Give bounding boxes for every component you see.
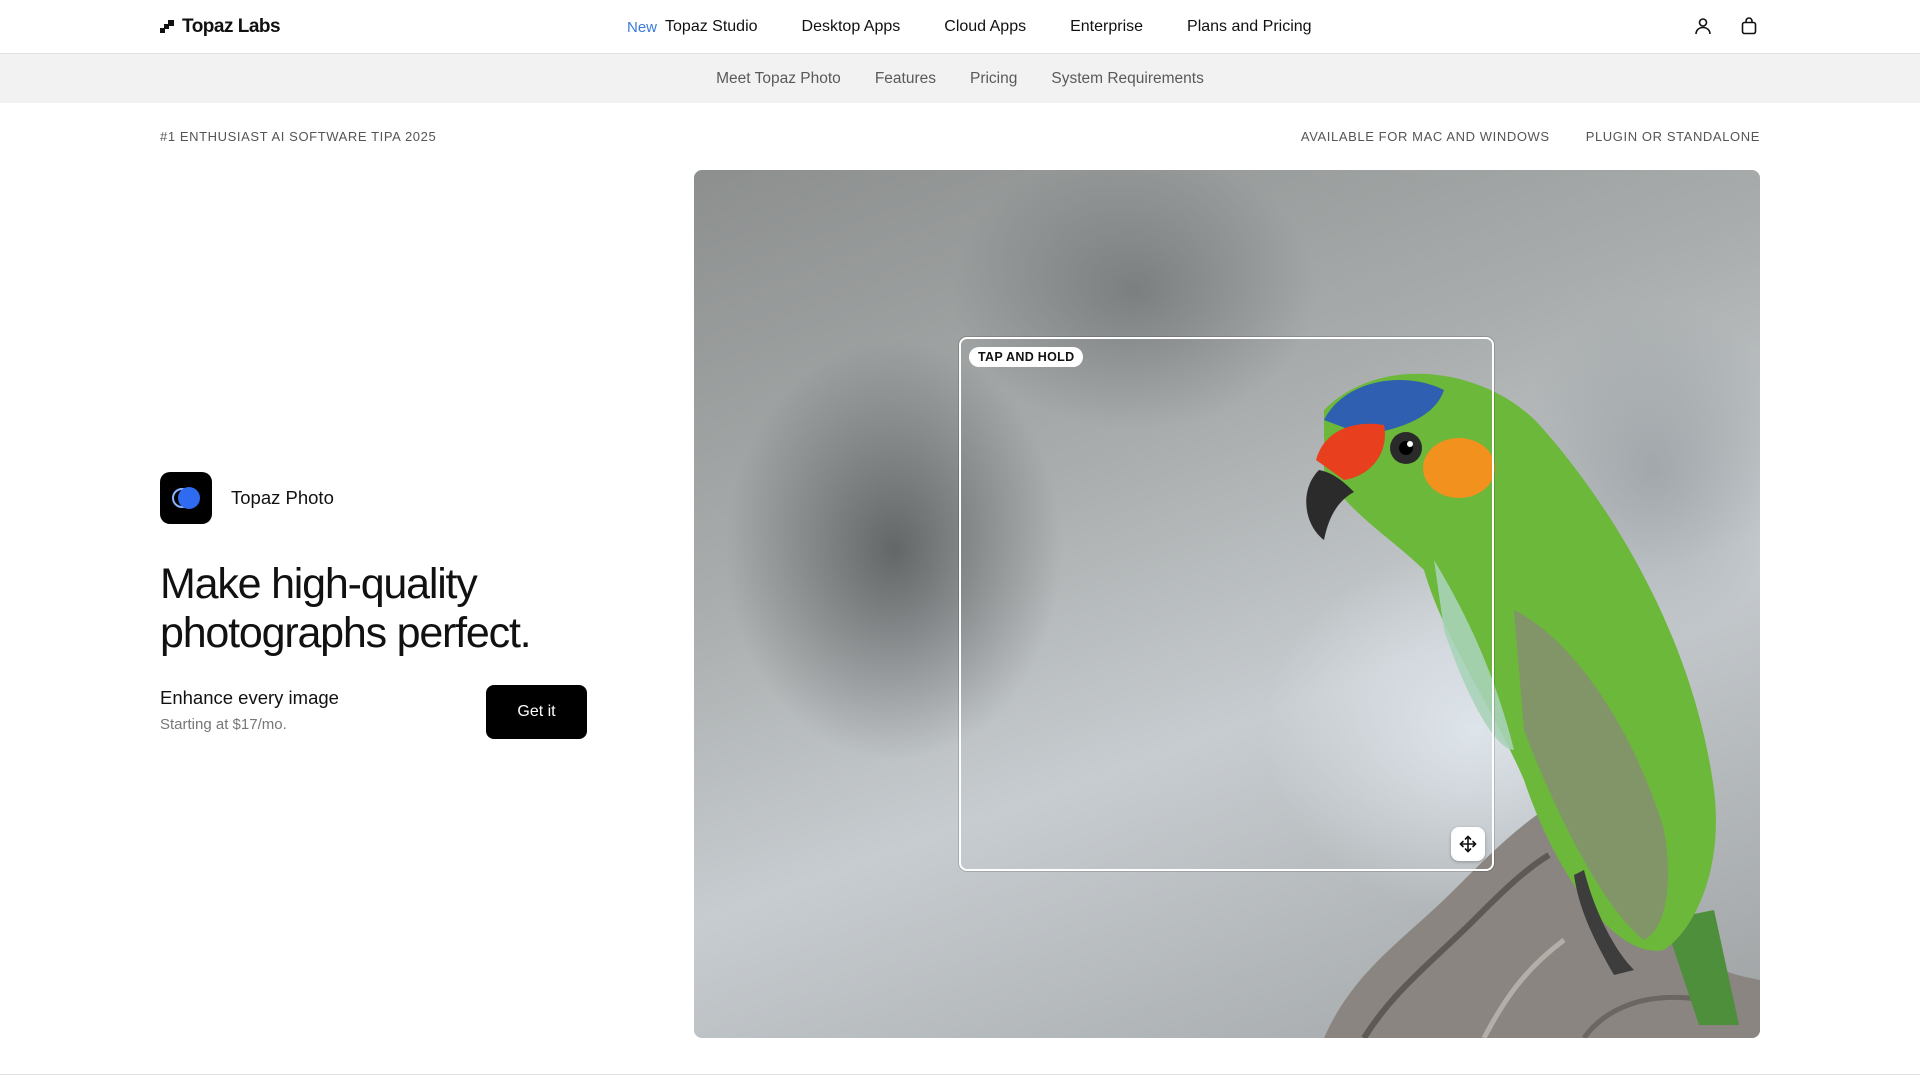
product-name: Topaz Photo — [231, 487, 334, 508]
meta-info: AVAILABLE FOR MAC AND WINDOWS PLUGIN OR … — [1301, 129, 1760, 144]
topaz-photo-app-icon — [160, 472, 212, 524]
offer-price: Starting at $17/mo. — [160, 716, 287, 733]
subnav-meet-topaz-photo[interactable]: Meet Topaz Photo — [716, 70, 841, 88]
nav-item-cloud-apps[interactable]: Cloud Apps — [944, 18, 1026, 36]
logo-mark-icon — [160, 20, 174, 34]
product-subnav: Meet Topaz Photo Features Pricing System… — [0, 54, 1920, 103]
user-icon[interactable] — [1692, 15, 1714, 37]
plugin-mode-text: PLUGIN OR STANDALONE — [1585, 129, 1760, 144]
main-nav: New Topaz Studio Desktop Apps Cloud Apps… — [627, 0, 1312, 54]
nav-item-label: Topaz Studio — [665, 18, 758, 35]
tap-and-hold-label: TAP AND HOLD — [969, 347, 1084, 367]
section-divider — [0, 1074, 1920, 1075]
new-badge: New — [627, 18, 658, 36]
move-arrows-icon[interactable] — [1451, 827, 1485, 861]
nav-icons — [1692, 15, 1760, 37]
award-text: #1 ENTHUSIAST AI SOFTWARE TIPA 2025 — [160, 129, 437, 144]
nav-item-topaz-studio[interactable]: New Topaz Studio — [627, 18, 758, 36]
subnav-features[interactable]: Features — [875, 70, 936, 88]
nav-item-desktop-apps[interactable]: Desktop Apps — [802, 18, 901, 36]
nav-item-enterprise[interactable]: Enterprise — [1070, 18, 1143, 36]
platforms-text: AVAILABLE FOR MAC AND WINDOWS — [1300, 129, 1550, 144]
hero-headline: Make high-quality photographs perfect. — [160, 560, 532, 657]
logo-text: Topaz Labs — [182, 16, 281, 37]
get-it-button[interactable]: Get it — [486, 685, 587, 739]
hero-comparison-image[interactable]: TAP AND HOLD — [694, 170, 1760, 1038]
offer-title: Enhance every image — [160, 687, 339, 708]
top-navigation: Topaz Labs New Topaz Studio Desktop Apps… — [0, 0, 1920, 54]
subnav-pricing[interactable]: Pricing — [970, 70, 1017, 88]
nav-item-plans-and-pricing[interactable]: Plans and Pricing — [1187, 18, 1312, 36]
subnav-system-requirements[interactable]: System Requirements — [1051, 70, 1203, 88]
compare-frame[interactable]: TAP AND HOLD — [959, 337, 1494, 871]
topaz-labs-logo[interactable]: Topaz Labs — [160, 16, 281, 37]
product-identity: Topaz Photo — [160, 472, 334, 524]
shopping-bag-icon[interactable] — [1738, 15, 1760, 37]
